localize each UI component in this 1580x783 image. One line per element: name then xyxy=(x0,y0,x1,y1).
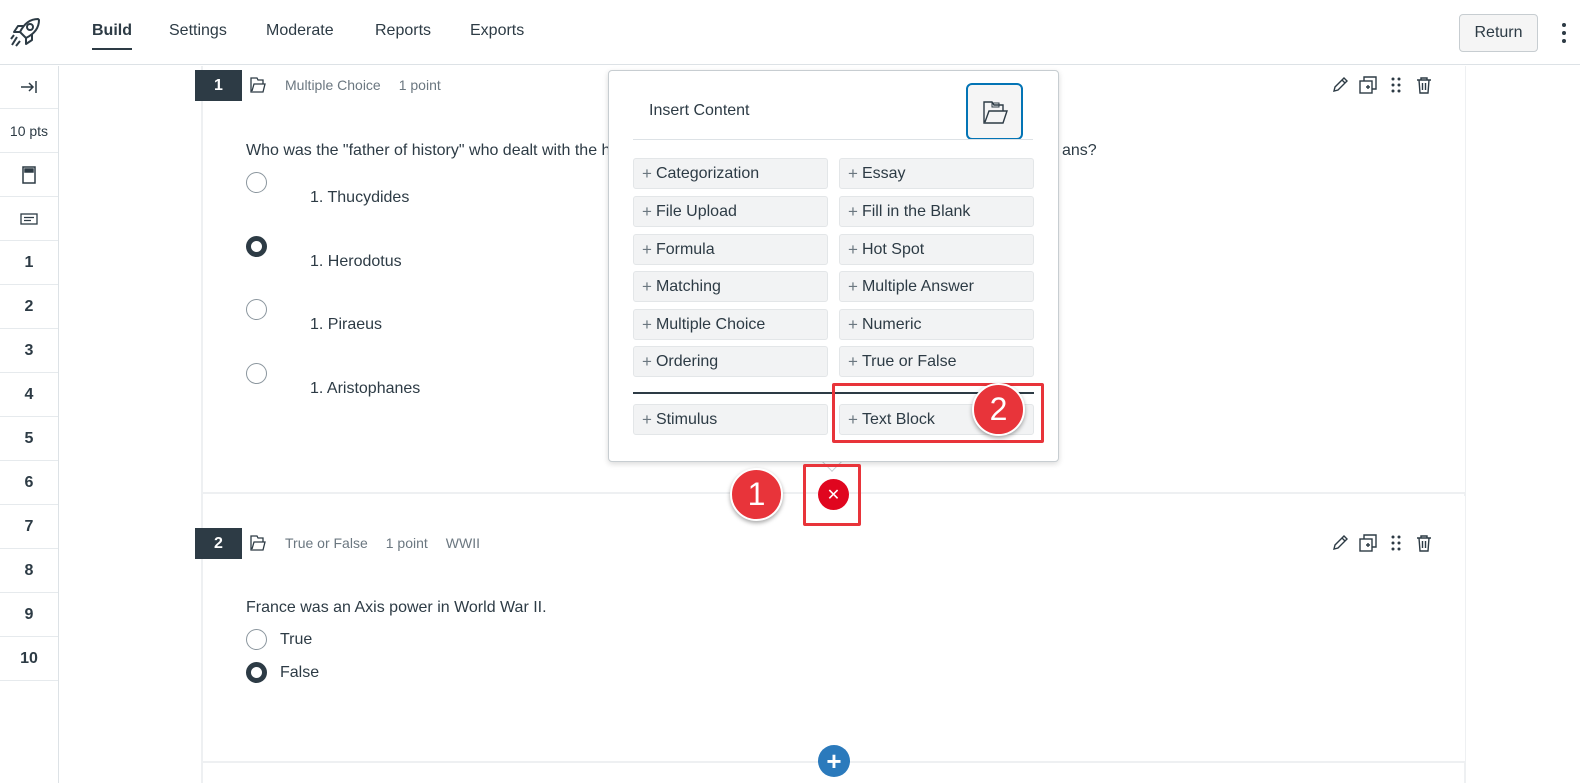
return-button[interactable]: Return xyxy=(1459,14,1538,52)
plus-icon: + xyxy=(848,351,858,371)
item-bank-icon xyxy=(250,535,266,551)
question-toolbar xyxy=(1331,534,1433,552)
question-number: 2 xyxy=(195,528,242,559)
rail-item-9[interactable]: 9 xyxy=(0,594,58,637)
question-toolbar xyxy=(1331,76,1433,94)
question-text: France was an Axis power in World War II… xyxy=(246,599,547,616)
rail-item-1[interactable]: 1 xyxy=(0,242,58,285)
insert-numeric[interactable]: + Numeric xyxy=(839,309,1034,340)
choice-label: 1. Herodotus xyxy=(310,253,402,270)
insert-essay[interactable]: + Essay xyxy=(839,158,1034,189)
insert-file-upload[interactable]: + File Upload xyxy=(633,196,828,227)
question-number: 1 xyxy=(195,70,242,101)
folder-icon xyxy=(982,100,1008,124)
plus-icon[interactable]: + xyxy=(818,745,850,777)
question-text: Who was the "father of history" who deal… xyxy=(246,142,611,159)
choice-label: 1. Thucydides xyxy=(310,189,410,206)
plus-icon: + xyxy=(642,276,652,296)
plus-icon: + xyxy=(848,163,858,183)
rail-item-6[interactable]: 6 xyxy=(0,462,58,505)
insert-multiple-choice[interactable]: + Multiple Choice xyxy=(633,309,828,340)
pencil-icon[interactable] xyxy=(1331,534,1349,552)
rail-item-3[interactable]: 3 xyxy=(0,330,58,373)
close-x-icon[interactable]: ✕ xyxy=(818,479,849,510)
plus-icon: + xyxy=(642,314,652,334)
rail-item-5[interactable]: 5 xyxy=(0,418,58,461)
choice-label: False xyxy=(280,664,320,681)
insert-categorization[interactable]: + Categorization xyxy=(633,158,828,189)
plus-icon: + xyxy=(848,201,858,221)
trash-icon[interactable] xyxy=(1415,534,1433,552)
insert-ordering[interactable]: + Ordering xyxy=(633,346,828,377)
question-points: 1 point xyxy=(385,535,428,551)
choice-radio[interactable] xyxy=(246,172,267,193)
choice-label: 1. Piraeus xyxy=(310,316,383,333)
question-text-end: ans? xyxy=(1062,142,1097,159)
rail-item-8[interactable]: 8 xyxy=(0,550,58,593)
tab-reports[interactable]: Reports xyxy=(375,22,431,40)
duplicate-icon[interactable] xyxy=(1359,76,1377,94)
callout-step-1: 1 xyxy=(730,468,783,521)
tab-moderate[interactable]: Moderate xyxy=(266,22,334,40)
arrow-to-right-icon[interactable] xyxy=(0,66,58,109)
tab-exports[interactable]: Exports xyxy=(470,22,524,40)
question-type: Multiple Choice xyxy=(285,77,381,93)
choice-label: True xyxy=(280,631,313,648)
choice-radio[interactable] xyxy=(246,363,267,384)
rail-item-4[interactable]: 4 xyxy=(0,374,58,417)
callout-step-2: 2 xyxy=(972,383,1025,436)
plus-icon: + xyxy=(642,163,652,183)
question-points: 1 point xyxy=(398,77,441,93)
plus-icon: + xyxy=(642,409,652,429)
plus-icon: + xyxy=(848,239,858,259)
insert-fill-in-the-blank[interactable]: + Fill in the Blank xyxy=(839,196,1034,227)
insert-stimulus[interactable]: + Stimulus xyxy=(633,404,828,435)
question-rail: 10 pts 1 2 3 4 5 6 7 8 9 10 xyxy=(0,66,59,783)
choice-radio-selected[interactable] xyxy=(246,662,267,683)
rail-item-7[interactable]: 7 xyxy=(0,506,58,549)
question-meta: Multiple Choice 1 point xyxy=(249,76,441,94)
plus-icon: + xyxy=(642,201,652,221)
insert-hot-spot[interactable]: + Hot Spot xyxy=(839,234,1034,265)
plus-icon: + xyxy=(642,351,652,371)
insert-multiple-answer[interactable]: + Multiple Answer xyxy=(839,271,1034,302)
trash-icon[interactable] xyxy=(1415,76,1433,94)
plus-icon: + xyxy=(642,239,652,259)
plus-icon: + xyxy=(848,314,858,334)
question-tag: WWII xyxy=(445,535,480,551)
divider xyxy=(633,139,1033,140)
duplicate-icon[interactable] xyxy=(1359,534,1377,552)
kebab-menu-icon[interactable] xyxy=(1556,20,1572,46)
text-block-icon[interactable] xyxy=(0,198,58,241)
top-navigation: Build Settings Moderate Reports Exports … xyxy=(0,0,1580,65)
insert-matching[interactable]: + Matching xyxy=(633,271,828,302)
popover-title: Insert Content xyxy=(649,102,750,119)
drag-handle-icon[interactable] xyxy=(1387,76,1405,94)
tab-build[interactable]: Build xyxy=(92,22,132,50)
drag-handle-icon[interactable] xyxy=(1387,534,1405,552)
question-type: True or False xyxy=(285,535,368,551)
choice-radio[interactable] xyxy=(246,299,267,320)
choice-label: 1. Aristophanes xyxy=(310,380,421,397)
tab-settings[interactable]: Settings xyxy=(169,22,227,40)
choice-radio[interactable] xyxy=(246,629,267,650)
plus-icon: + xyxy=(848,276,858,296)
insert-formula[interactable]: + Formula xyxy=(633,234,828,265)
choice-radio-selected[interactable] xyxy=(246,236,267,257)
insert-true-or-false[interactable]: + True or False xyxy=(839,346,1034,377)
item-bank-icon xyxy=(250,77,266,93)
pencil-icon[interactable] xyxy=(1331,76,1349,94)
item-bank-button[interactable] xyxy=(966,83,1023,140)
stimulus-icon[interactable] xyxy=(0,154,58,197)
rail-item-2[interactable]: 2 xyxy=(0,286,58,329)
rocket-icon[interactable] xyxy=(8,14,44,50)
rail-item-10[interactable]: 10 xyxy=(0,638,58,681)
total-points: 10 pts xyxy=(0,110,58,153)
question-meta: True or False 1 point WWII xyxy=(249,534,480,552)
